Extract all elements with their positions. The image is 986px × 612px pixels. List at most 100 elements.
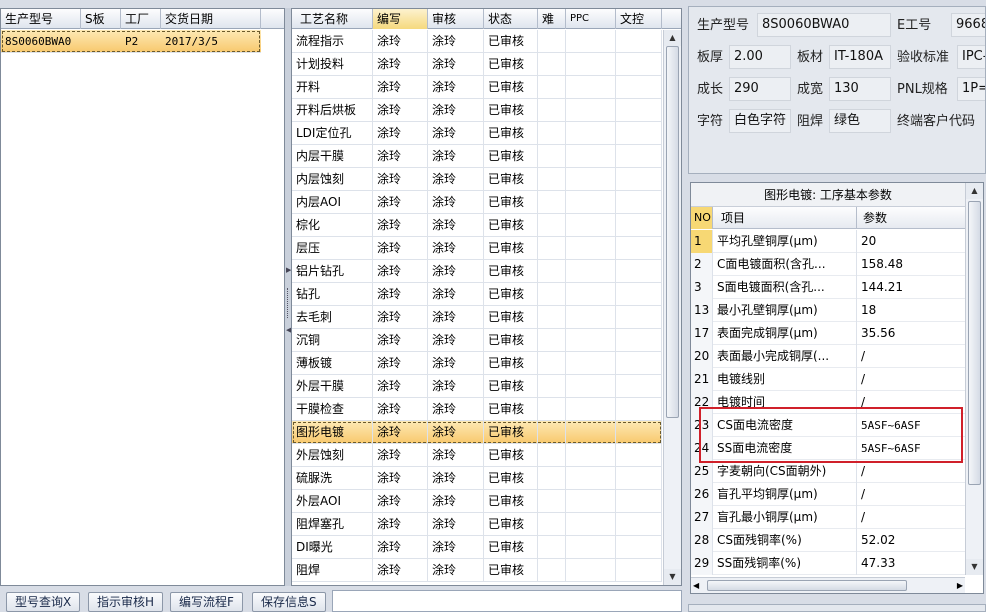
process-name-cell: 干膜检查: [292, 398, 373, 421]
process-row[interactable]: DI曝光 涂玲 涂玲 已审核: [292, 536, 662, 559]
param-value-cell: /: [861, 372, 866, 386]
width-field[interactable]: 130: [829, 77, 891, 101]
process-row[interactable]: 计划投料 涂玲 涂玲 已审核: [292, 53, 662, 76]
param-item-cell: 表面最小完成铜厚(...: [713, 345, 857, 368]
col-reviewer[interactable]: 审核: [428, 9, 484, 29]
process-row[interactable]: 流程指示 涂玲 涂玲 已审核: [292, 30, 662, 53]
param-row[interactable]: 2 C面电镀面积(含孔... 158.48: [691, 253, 965, 276]
col-difficulty[interactable]: 难: [538, 9, 566, 29]
status-cell: 已审核: [484, 214, 538, 237]
params-hscroll[interactable]: ◀ ▶: [691, 577, 965, 593]
doc-control-cell: [616, 536, 662, 559]
process-row[interactable]: LDI定位孔 涂玲 涂玲 已审核: [292, 122, 662, 145]
process-row[interactable]: 阻焊 涂玲 涂玲 已审核: [292, 559, 662, 582]
process-row[interactable]: 开料 涂玲 涂玲 已审核: [292, 76, 662, 99]
process-name-cell: 内层干膜: [292, 145, 373, 168]
param-row[interactable]: 21 电镀线别 /: [691, 368, 965, 391]
params-title: 图形电镀: 工序基本参数: [691, 183, 965, 207]
col-process-name[interactable]: 工艺名称: [292, 9, 373, 29]
hscroll-thumb[interactable]: [707, 580, 907, 591]
e-field[interactable]: 966869: [951, 13, 985, 37]
param-no-cell: 20: [691, 345, 713, 368]
difficulty-cell: [538, 76, 566, 99]
param-no-cell: 25: [691, 460, 713, 483]
pnl-field[interactable]: 1P=: [957, 77, 985, 101]
ppc-cell: [566, 536, 616, 559]
param-value-cell: 144.21: [861, 280, 903, 294]
material-field[interactable]: IT-180A: [829, 45, 891, 69]
col-date[interactable]: 交货日期: [161, 9, 261, 29]
param-row[interactable]: 13 最小孔壁铜厚(μm) 18: [691, 299, 965, 322]
process-row[interactable]: 阻焊塞孔 涂玲 涂玲 已审核: [292, 513, 662, 536]
doc-control-cell: [616, 237, 662, 260]
param-row[interactable]: 17 表面完成铜厚(μm) 35.56: [691, 322, 965, 345]
process-row[interactable]: 内层干膜 涂玲 涂玲 已审核: [292, 145, 662, 168]
col-writer[interactable]: 编写: [373, 9, 428, 29]
param-row[interactable]: 26 盲孔平均铜厚(μm) /: [691, 483, 965, 506]
param-row[interactable]: 28 CS面残铜率(%) 52.02: [691, 529, 965, 552]
thickness-field[interactable]: 2.00: [729, 45, 791, 69]
col-no[interactable]: NO: [691, 207, 713, 229]
hscroll-right-icon[interactable]: ▶: [957, 578, 963, 593]
param-row[interactable]: 29 SS面残铜率(%) 47.33: [691, 552, 965, 575]
col-status[interactable]: 状态: [484, 9, 538, 29]
params-vscroll[interactable]: ▲ ▼: [965, 183, 983, 575]
process-row[interactable]: 干膜检查 涂玲 涂玲 已审核: [292, 398, 662, 421]
reviewer-cell: 涂玲: [428, 53, 484, 76]
process-row[interactable]: 棕化 涂玲 涂玲 已审核: [292, 214, 662, 237]
param-value-cell: 35.56: [861, 326, 896, 340]
ppc-cell: [566, 214, 616, 237]
e-label: E工号: [897, 18, 932, 33]
write-flow-button[interactable]: 编写流程F: [170, 592, 243, 612]
process-row[interactable]: 薄板镀 涂玲 涂玲 已审核: [292, 352, 662, 375]
pnl-label: PNL规格: [897, 82, 948, 97]
params-scroll-down-icon[interactable]: ▼: [966, 559, 983, 575]
process-row[interactable]: 图形电镀 涂玲 涂玲 已审核: [292, 421, 662, 444]
scroll-down-icon[interactable]: ▼: [664, 569, 681, 585]
params-scroll-thumb[interactable]: [968, 201, 981, 485]
writer-cell: 涂玲: [373, 260, 428, 283]
process-row[interactable]: 沉铜 涂玲 涂玲 已审核: [292, 329, 662, 352]
doc-control-cell: [616, 145, 662, 168]
scroll-up-icon[interactable]: ▲: [664, 30, 681, 46]
param-row[interactable]: 25 字麦朝向(CS面朝外) /: [691, 460, 965, 483]
col-factory[interactable]: 工厂: [121, 9, 161, 29]
col-item[interactable]: 项目: [713, 207, 857, 229]
process-row[interactable]: 开料后烘板 涂玲 涂玲 已审核: [292, 99, 662, 122]
hscroll-left-icon[interactable]: ◀: [693, 578, 699, 593]
review-button[interactable]: 指示审核H: [88, 592, 164, 612]
character-field[interactable]: 白色字符: [729, 109, 791, 133]
col-doc-control[interactable]: 文控: [616, 9, 662, 29]
bottom-blank-area: [332, 590, 682, 612]
model-row[interactable]: 8S0060BWA0 P2 2017/3/5: [1, 30, 261, 53]
params-scroll-up-icon[interactable]: ▲: [966, 183, 983, 199]
process-row[interactable]: 钻孔 涂玲 涂玲 已审核: [292, 283, 662, 306]
param-item-cell: 表面完成铜厚(μm): [713, 322, 857, 345]
model-query-button[interactable]: 型号查询X: [6, 592, 81, 612]
process-row[interactable]: 铝片钻孔 涂玲 涂玲 已审核: [292, 260, 662, 283]
process-row[interactable]: 内层蚀刻 涂玲 涂玲 已审核: [292, 168, 662, 191]
status-cell: 已审核: [484, 76, 538, 99]
process-row[interactable]: 外层蚀刻 涂玲 涂玲 已审核: [292, 444, 662, 467]
process-row[interactable]: 外层干膜 涂玲 涂玲 已审核: [292, 375, 662, 398]
save-info-button[interactable]: 保存信息S: [252, 592, 326, 612]
process-vscroll[interactable]: ▲ ▼: [663, 30, 681, 585]
process-row[interactable]: 外层AOI 涂玲 涂玲 已审核: [292, 490, 662, 513]
standard-field[interactable]: IPC-: [957, 45, 985, 69]
mask-field[interactable]: 绿色: [829, 109, 891, 133]
param-row[interactable]: 3 S面电镀面积(含孔... 144.21: [691, 276, 965, 299]
col-s[interactable]: S板: [81, 9, 121, 29]
process-row[interactable]: 去毛刺 涂玲 涂玲 已审核: [292, 306, 662, 329]
param-row[interactable]: 1 平均孔壁铜厚(μm) 20: [691, 230, 965, 253]
param-row[interactable]: 27 盲孔最小铜厚(μm) /: [691, 506, 965, 529]
process-row[interactable]: 层压 涂玲 涂玲 已审核: [292, 237, 662, 260]
process-row[interactable]: 内层AOI 涂玲 涂玲 已审核: [292, 191, 662, 214]
param-row[interactable]: 20 表面最小完成铜厚(... /: [691, 345, 965, 368]
length-field[interactable]: 290: [729, 77, 791, 101]
model-field[interactable]: 8S0060BWA0: [757, 13, 891, 37]
col-model[interactable]: 生产型号: [1, 9, 81, 29]
col-value[interactable]: 参数: [857, 207, 965, 229]
process-row[interactable]: 硫脲洗 涂玲 涂玲 已审核: [292, 467, 662, 490]
scroll-thumb[interactable]: [666, 46, 679, 418]
col-ppc[interactable]: PPC: [566, 9, 616, 29]
